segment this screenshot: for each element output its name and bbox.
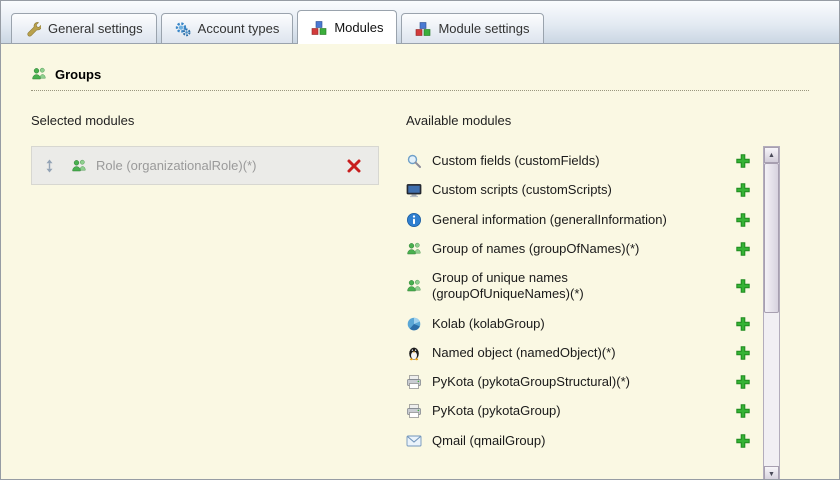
add-module-button[interactable] (735, 316, 751, 332)
add-module-button[interactable] (735, 153, 751, 169)
plus-icon (735, 182, 751, 198)
group-icon (406, 278, 422, 294)
info-icon (406, 212, 422, 228)
add-module-button[interactable] (735, 278, 751, 294)
magnifier-icon (406, 153, 422, 169)
tab-account-types[interactable]: Account types (160, 13, 294, 44)
scrollbar-track[interactable] (764, 313, 779, 466)
add-module-button[interactable] (735, 182, 751, 198)
plus-icon (735, 316, 751, 332)
tab-label: General settings (48, 21, 143, 36)
mail-icon (406, 433, 422, 449)
available-module-label: Kolab (kolabGroup) (432, 315, 545, 331)
available-module-row: General information (generalInformation) (406, 205, 763, 234)
available-module-row: Group of unique names (groupOfUniqueName… (406, 263, 763, 309)
scrollbar-thumb[interactable] (764, 163, 779, 313)
tab-general-settings[interactable]: General settings (11, 13, 157, 44)
module-settings-icon (415, 21, 431, 37)
available-modules-list: Custom fields (customFields) Custom scrip… (406, 146, 763, 479)
section-title: Groups (55, 66, 102, 82)
available-module-row: Named object (namedObject)(*) (406, 338, 763, 367)
penguin-icon (406, 345, 422, 361)
wrench-icon (25, 21, 41, 37)
available-module-label: Group of names (groupOfNames)(*) (432, 240, 640, 256)
modules-icon (311, 20, 327, 36)
scrollbar[interactable]: ▲ ▼ (763, 146, 780, 479)
selected-modules-heading: Selected modules (31, 113, 135, 128)
screen-icon (406, 182, 422, 198)
available-module-label: Custom fields (customFields) (432, 153, 600, 168)
add-module-button[interactable] (735, 403, 751, 419)
plus-icon (735, 433, 751, 449)
drag-handle-icon[interactable] (42, 159, 57, 173)
plus-icon (735, 278, 751, 294)
tab-modules[interactable]: Modules (297, 10, 398, 44)
plus-icon (735, 212, 751, 228)
modules-content: Groups Selected modules Role (organizati… (1, 44, 839, 479)
available-module-row: Group of names (groupOfNames)(*) (406, 234, 763, 263)
add-module-button[interactable] (735, 212, 751, 228)
selected-module-row: Role (organizationalRole)(*) (31, 146, 379, 185)
add-module-button[interactable] (735, 433, 751, 449)
printer-icon (406, 374, 422, 390)
plus-icon (735, 241, 751, 257)
available-module-row: Kolab (kolabGroup) (406, 309, 763, 338)
available-module-row: Custom fields (customFields) (406, 146, 763, 175)
group-icon (71, 158, 87, 174)
groups-icon (31, 66, 47, 82)
gears-icon (175, 21, 191, 37)
available-module-row: Qmail (qmailGroup) (406, 426, 763, 455)
kolab-icon (406, 316, 422, 332)
available-module-label: Named object (namedObject)(*) (432, 344, 616, 360)
selected-module-label: Role (organizationalRole)(*) (96, 158, 257, 173)
red-x-icon (346, 158, 362, 174)
scroll-up-button[interactable]: ▲ (764, 147, 779, 163)
group-icon (406, 241, 422, 257)
tab-label: Account types (197, 21, 280, 36)
available-module-label: PyKota (pykotaGroup) (432, 403, 561, 419)
available-module-label: Custom scripts (customScripts) (432, 182, 612, 198)
tab-module-settings[interactable]: Module settings (401, 13, 544, 44)
available-module-row: PyKota (pykotaGroup) (406, 396, 763, 425)
plus-icon (735, 153, 751, 169)
add-module-button[interactable] (735, 345, 751, 361)
plus-icon (735, 374, 751, 390)
add-module-button[interactable] (735, 241, 751, 257)
tab-label: Modules (334, 20, 384, 35)
plus-icon (735, 403, 751, 419)
section-header: Groups (31, 66, 809, 91)
printer-icon (406, 403, 422, 419)
available-module-row: Custom scripts (customScripts) (406, 175, 763, 204)
scroll-down-button[interactable]: ▼ (764, 466, 779, 479)
add-module-button[interactable] (735, 374, 751, 390)
tab-label: Module settings (438, 21, 530, 36)
remove-module-button[interactable] (346, 158, 362, 174)
settings-tabbar: General settings Account types Modules M… (1, 1, 839, 44)
available-module-label: General information (generalInformation) (432, 211, 667, 227)
available-module-label: Qmail (qmailGroup) (432, 432, 546, 448)
available-module-row: PyKota (pykotaGroupStructural)(*) (406, 367, 763, 396)
plus-icon (735, 345, 751, 361)
available-module-label: PyKota (pykotaGroupStructural)(*) (432, 374, 630, 389)
available-module-label: Group of unique names (groupOfUniqueName… (432, 270, 584, 302)
available-modules-heading: Available modules (406, 113, 512, 128)
module-selection-page: General settings Account types Modules M… (0, 0, 840, 480)
